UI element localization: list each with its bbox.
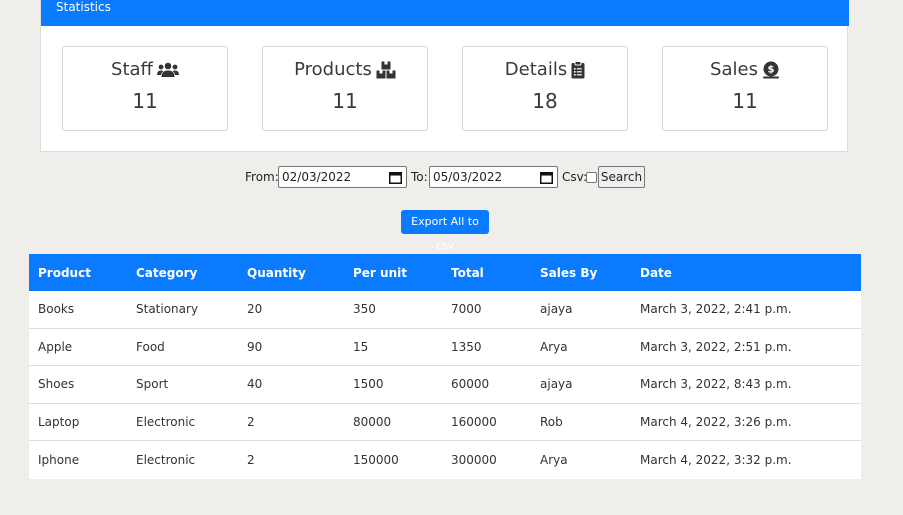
to-date-input[interactable]: 05/03/2022 (429, 166, 558, 188)
cell-sales-by: Arya (540, 452, 568, 467)
cell-date: March 3, 2022, 2:51 p.m. (640, 339, 792, 354)
cell-quantity: 90 (247, 339, 263, 354)
money-bag-icon: $ (762, 61, 780, 79)
cell-quantity: 20 (247, 302, 263, 317)
cell-total: 160000 (451, 414, 497, 429)
cell-per-unit: 350 (353, 302, 376, 317)
column-header-sales-by: Sales By (540, 265, 598, 280)
date-filter-form: From: 02/03/2022 To: 05/03/2022 Csv: Sea… (0, 166, 903, 188)
stat-card-details: Details 18 (462, 46, 628, 131)
table-row: Laptop Electronic 2 80000 160000 Rob Mar… (29, 404, 861, 441)
cell-quantity: 2 (247, 452, 255, 467)
column-header-product: Product (38, 265, 91, 280)
calendar-icon[interactable] (540, 170, 553, 190)
cell-quantity: 2 (247, 414, 255, 429)
statistics-card: Statistics Staff 11 Products 11 Details … (40, 0, 849, 152)
cell-quantity: 40 (247, 377, 263, 392)
table-row: Books Stationary 20 350 7000 ajaya March… (29, 291, 861, 329)
cell-category: Food (136, 339, 165, 354)
column-header-total: Total (451, 265, 484, 280)
cell-product: Apple (38, 339, 73, 354)
cell-per-unit: 15 (353, 339, 369, 354)
from-label: From: (245, 170, 279, 184)
cell-per-unit: 150000 (353, 452, 399, 467)
stat-value-products: 11 (332, 89, 358, 113)
search-button[interactable]: Search (598, 166, 645, 188)
cell-date: March 3, 2022, 8:43 p.m. (640, 377, 792, 392)
calendar-icon[interactable] (389, 170, 402, 190)
cell-date: March 3, 2022, 2:41 p.m. (640, 302, 792, 317)
column-header-category: Category (136, 265, 198, 280)
cell-category: Electronic (136, 452, 196, 467)
cell-sales-by: ajaya (540, 377, 573, 392)
cell-total: 60000 (451, 377, 490, 392)
cell-sales-by: ajaya (540, 302, 573, 317)
from-date-value: 02/03/2022 (282, 170, 352, 184)
stat-value-sales: 11 (732, 89, 758, 113)
table-row: Shoes Sport 40 1500 60000 ajaya March 3,… (29, 366, 861, 404)
stat-title-details: Details (504, 59, 568, 80)
cell-total: 7000 (451, 302, 482, 317)
statistics-header: Statistics (41, 0, 849, 26)
cell-category: Sport (136, 377, 169, 392)
cell-per-unit: 1500 (353, 377, 384, 392)
cell-product: Shoes (38, 377, 75, 392)
cell-sales-by: Arya (540, 339, 568, 354)
column-header-quantity: Quantity (247, 265, 306, 280)
export-csv-button[interactable]: Export All to csv (401, 210, 489, 252)
cell-date: March 4, 2022, 3:26 p.m. (640, 414, 792, 429)
clipboard-icon (571, 61, 585, 79)
stat-card-staff: Staff 11 (62, 46, 228, 131)
stat-value-staff: 11 (132, 89, 158, 113)
to-label: To: (411, 170, 428, 184)
svg-text:$: $ (767, 65, 774, 76)
cell-per-unit: 80000 (353, 414, 392, 429)
cell-product: Iphone (38, 452, 80, 467)
stat-card-sales: Sales $ 11 (662, 46, 828, 131)
table-header-row: Product Category Quantity Per unit Total… (29, 254, 861, 291)
cell-product: Laptop (38, 414, 80, 429)
stat-value-details: 18 (532, 89, 558, 113)
cell-product: Books (38, 302, 75, 317)
cell-total: 300000 (451, 452, 497, 467)
users-icon (156, 62, 179, 78)
table-row: Iphone Electronic 2 150000 300000 Arya M… (29, 441, 861, 479)
stat-title-sales: Sales (710, 59, 758, 80)
cell-total: 1350 (451, 339, 482, 354)
column-header-date: Date (640, 265, 672, 280)
stat-card-products: Products 11 (262, 46, 428, 131)
cell-category: Electronic (136, 414, 196, 429)
cell-date: March 4, 2022, 3:32 p.m. (640, 452, 792, 467)
stat-title-products: Products (294, 59, 372, 80)
table-row: Apple Food 90 15 1350 Arya March 3, 2022… (29, 329, 861, 366)
column-header-per-unit: Per unit (353, 265, 407, 280)
stat-title-staff: Staff (111, 59, 153, 80)
csv-label: Csv: (562, 170, 588, 184)
cell-category: Stationary (136, 302, 199, 317)
from-date-input[interactable]: 02/03/2022 (278, 166, 407, 188)
sales-table: Product Category Quantity Per unit Total… (29, 254, 861, 479)
to-date-value: 05/03/2022 (433, 170, 503, 184)
csv-checkbox[interactable] (586, 172, 597, 183)
boxes-icon (376, 61, 396, 79)
cell-sales-by: Rob (540, 414, 563, 429)
